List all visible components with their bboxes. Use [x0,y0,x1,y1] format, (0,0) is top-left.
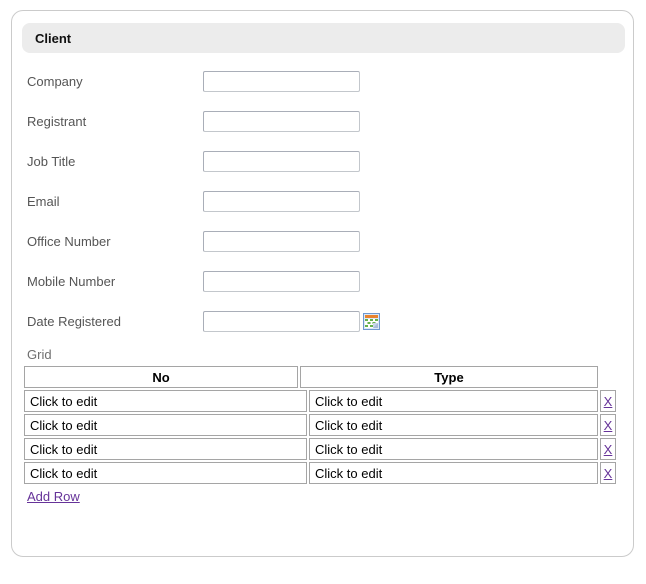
delete-row-link[interactable]: X [604,466,613,481]
grid-cell-type[interactable]: Click to edit [309,462,598,484]
grid-cell-type[interactable]: Click to edit [309,390,598,412]
form-row-registrant: Registrant [12,101,633,141]
office-number-label: Office Number [27,234,203,249]
grid-header-type: Type [300,366,598,388]
client-panel: Client Company Registrant Job Title Emai… [11,10,634,557]
date-registered-input[interactable] [203,311,360,332]
panel-header: Client [22,23,625,53]
delete-row-link[interactable]: X [604,394,613,409]
form-row-company: Company [12,61,633,101]
form-row-job-title: Job Title [12,141,633,181]
grid-cell-no[interactable]: Click to edit [24,438,307,460]
office-number-input[interactable] [203,231,360,252]
calendar-icon [363,313,380,330]
grid-section: Grid No Type Click to edit Click to edit… [24,347,633,506]
grid-row-2: Click to edit Click to edit X [24,414,633,436]
form-row-office-number: Office Number [12,221,633,261]
delete-row-link[interactable]: X [604,418,613,433]
panel-title: Client [35,31,71,46]
email-input[interactable] [203,191,360,212]
company-label: Company [27,74,203,89]
grid-row-1: Click to edit Click to edit X [24,390,633,412]
grid-cell-no[interactable]: Click to edit [24,462,307,484]
company-input[interactable] [203,71,360,92]
grid-cell-delete: X [600,462,616,484]
grid-cell-delete: X [600,414,616,436]
calendar-button[interactable] [363,313,380,330]
email-label: Email [27,194,203,209]
form-row-email: Email [12,181,633,221]
registrant-label: Registrant [27,114,203,129]
mobile-number-input[interactable] [203,271,360,292]
job-title-input[interactable] [203,151,360,172]
grid-cell-type[interactable]: Click to edit [309,414,598,436]
grid-cell-delete: X [600,390,616,412]
grid-cell-no[interactable]: Click to edit [24,414,307,436]
grid-label: Grid [27,347,633,362]
date-registered-label: Date Registered [27,314,203,329]
client-form: Company Registrant Job Title Email Offic… [12,61,633,341]
job-title-label: Job Title [27,154,203,169]
form-row-date-registered: Date Registered [12,301,633,341]
grid-row-4: Click to edit Click to edit X [24,462,633,484]
grid-cell-no[interactable]: Click to edit [24,390,307,412]
grid-cell-delete: X [600,438,616,460]
add-row-link[interactable]: Add Row [27,489,80,504]
grid-row-3: Click to edit Click to edit X [24,438,633,460]
grid-cell-type[interactable]: Click to edit [309,438,598,460]
grid-header-row: No Type [24,366,633,388]
mobile-number-label: Mobile Number [27,274,203,289]
delete-row-link[interactable]: X [604,442,613,457]
registrant-input[interactable] [203,111,360,132]
form-row-mobile-number: Mobile Number [12,261,633,301]
grid-header-no: No [24,366,298,388]
